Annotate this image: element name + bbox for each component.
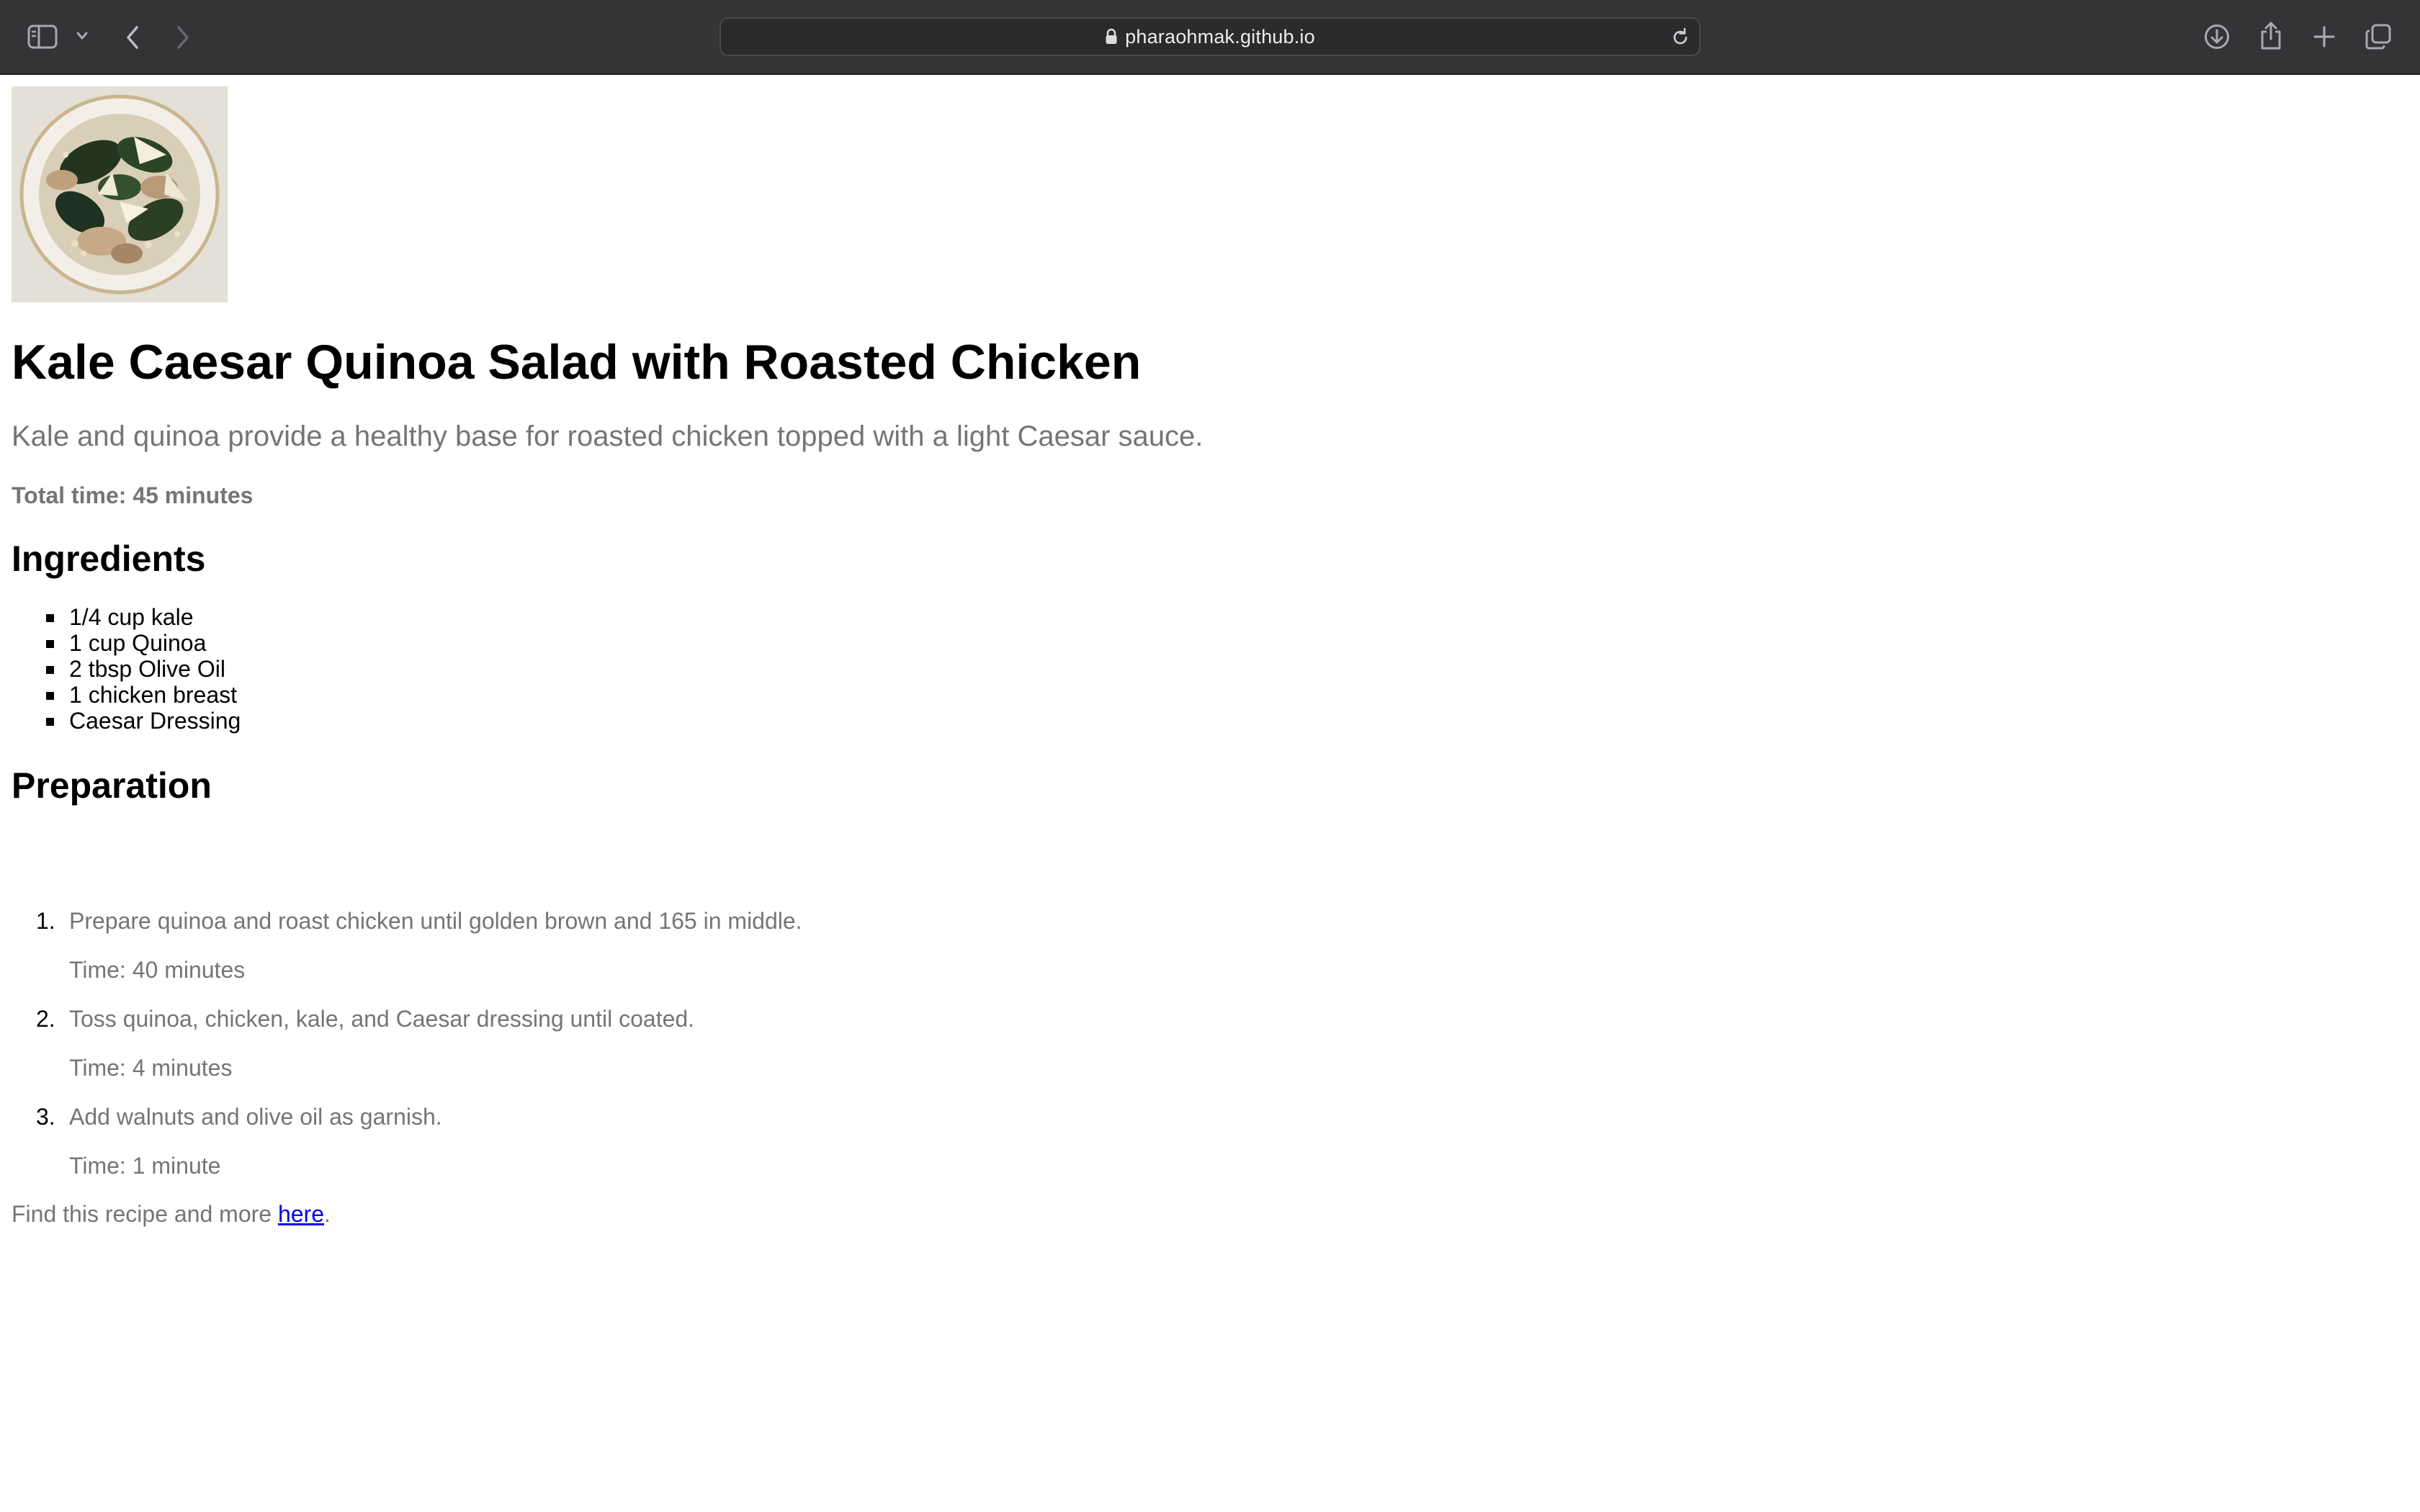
recipe-description: Kale and quinoa provide a healthy base f… — [12, 420, 1204, 452]
browser-toolbar: pharaohmak.github.io — [0, 0, 2420, 75]
total-time: Total time: 45 minutes — [12, 482, 254, 508]
preparation-heading: Preparation — [12, 765, 212, 806]
download-icon[interactable] — [2203, 23, 2231, 50]
chevron-right-icon[interactable] — [173, 23, 193, 52]
step-text: Prepare quinoa and roast chicken until g… — [69, 908, 802, 934]
step-number: 2. — [36, 1006, 55, 1032]
tabs-icon[interactable] — [2365, 23, 2392, 50]
recipe-title: Kale Caesar Quinoa Salad with Roasted Ch… — [12, 335, 1142, 390]
source-link[interactable]: here — [278, 1201, 324, 1227]
ingredient-item: 1/4 cup kale — [0, 604, 241, 630]
share-icon[interactable] — [2259, 20, 2283, 50]
ingredient-item: 1 cup Quinoa — [0, 630, 241, 656]
source-prefix: Find this recipe and more — [12, 1201, 278, 1227]
ingredients-list: 1/4 cup kale 1 cup Quinoa 2 tbsp Olive O… — [0, 604, 241, 734]
step-time: Time: 1 minute — [69, 1153, 221, 1179]
ingredient-item: 2 tbsp Olive Oil — [0, 656, 241, 682]
step-time: Time: 40 minutes — [69, 957, 246, 983]
ingredient-item: Caesar Dressing — [0, 708, 241, 734]
step-number: 1. — [36, 908, 55, 934]
source-line: Find this recipe and more here. — [12, 1200, 331, 1228]
ingredients-heading: Ingredients — [12, 539, 206, 579]
step-text: Add walnuts and olive oil as garnish. — [69, 1104, 442, 1130]
reload-icon[interactable] — [1670, 27, 1690, 51]
step-text: Toss quinoa, chicken, kale, and Caesar d… — [69, 1006, 695, 1032]
plus-icon[interactable] — [2312, 24, 2336, 49]
page-content: Kale Caesar Quinoa Salad with Roasted Ch… — [0, 75, 2420, 1512]
source-suffix: . — [324, 1201, 331, 1227]
ingredient-item: 1 chicken breast — [0, 682, 241, 708]
step-number: 3. — [36, 1104, 55, 1130]
url-text: pharaohmak.github.io — [1125, 25, 1315, 48]
sidebar-icon[interactable] — [27, 24, 58, 49]
address-bar[interactable]: pharaohmak.github.io — [720, 17, 1700, 56]
lock-icon — [1105, 28, 1118, 45]
step-time: Time: 4 minutes — [69, 1055, 233, 1081]
chevron-left-icon[interactable] — [122, 23, 143, 52]
recipe-image — [12, 86, 228, 302]
chevron-down-icon[interactable] — [75, 30, 89, 42]
